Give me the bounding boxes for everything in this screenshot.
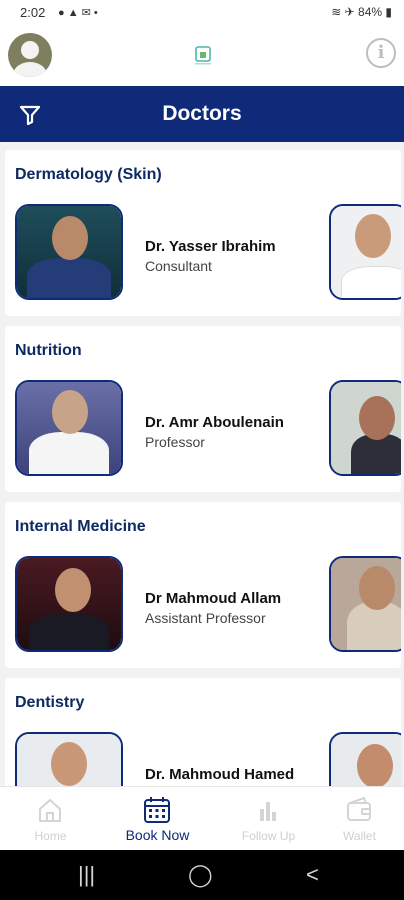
back-icon[interactable]: < <box>306 862 319 888</box>
status-bar: 2:02 ● ▲ ✉ • ≋ ✈ 84% ▮ <box>0 0 404 26</box>
battery-percent: 84% <box>358 5 383 19</box>
section-title: Internal Medicine <box>15 518 146 535</box>
doctor-photo-partial[interactable] <box>329 556 401 652</box>
home-circle-icon[interactable]: ◯ <box>188 862 213 888</box>
top-bar: i <box>0 26 404 86</box>
calendar-icon <box>144 797 170 823</box>
doctor-role: Consultant <box>145 258 212 274</box>
doctor-photo-partial[interactable] <box>329 732 401 786</box>
home-icon <box>39 799 61 822</box>
section-dentistry: Dentistry Dr. Mahmoud Hamed <box>5 678 401 786</box>
nav-wallet-label: Wallet <box>343 829 376 843</box>
section-dermatology: Dermatology (Skin) Dr. Yasser Ibrahim Co… <box>5 150 401 316</box>
nav-book-now-label: Book Now <box>125 827 190 843</box>
bar-chart-icon <box>260 802 276 821</box>
page-title: Doctors <box>162 102 242 125</box>
info-icon[interactable]: i <box>366 38 396 68</box>
section-title: Dermatology (Skin) <box>15 166 162 183</box>
doctor-photo[interactable] <box>15 380 123 476</box>
nav-home-label: Home <box>34 829 67 843</box>
status-right: ≋ ✈ 84% ▮ <box>331 5 392 19</box>
notification-icons: ● ▲ ✉ • <box>58 7 98 19</box>
doctor-photo-partial[interactable] <box>329 380 401 476</box>
bottom-nav: Home Book Now Follow Up Wallet <box>0 786 404 851</box>
wallet-icon <box>347 796 371 821</box>
doctor-name[interactable]: Dr Mahmoud Allam <box>145 590 281 607</box>
doctor-photo[interactable] <box>15 204 123 300</box>
nav-book-now[interactable]: Book Now <box>107 787 208 851</box>
app-logo-icon <box>195 46 211 65</box>
battery-icon: ▮ <box>385 5 392 19</box>
airplane-icon: ✈ <box>344 5 355 19</box>
nav-home[interactable]: Home <box>0 787 101 851</box>
nav-follow-up-label: Follow Up <box>241 829 296 843</box>
section-title: Dentistry <box>15 694 85 711</box>
status-time: 2:02 <box>20 5 46 20</box>
doctor-role: Assistant Professor <box>145 610 266 626</box>
avatar[interactable] <box>8 33 52 77</box>
section-nutrition: Nutrition Dr. Amr Aboulenain Professor <box>5 326 401 492</box>
section-title: Nutrition <box>15 342 82 359</box>
doctor-name[interactable]: Dr. Amr Aboulenain <box>145 414 284 431</box>
system-nav-bar: ||| ◯ < <box>0 850 404 900</box>
doctor-photo[interactable] <box>15 556 123 652</box>
doctor-photo-partial[interactable] <box>329 204 401 300</box>
wifi-icon: ≋ <box>331 5 342 19</box>
section-internal-medicine: Internal Medicine Dr Mahmoud Allam Assis… <box>5 502 401 668</box>
page-header: Doctors <box>0 86 404 142</box>
doctor-photo[interactable] <box>15 732 123 786</box>
doctor-list[interactable]: Dermatology (Skin) Dr. Yasser Ibrahim Co… <box>0 142 404 786</box>
doctor-role: Professor <box>145 434 205 450</box>
doctor-name[interactable]: Dr. Mahmoud Hamed <box>145 766 294 783</box>
nav-wallet[interactable]: Wallet <box>309 787 404 851</box>
recent-apps-icon[interactable]: ||| <box>78 862 95 888</box>
doctor-name[interactable]: Dr. Yasser Ibrahim <box>145 238 276 255</box>
nav-follow-up[interactable]: Follow Up <box>218 787 319 851</box>
